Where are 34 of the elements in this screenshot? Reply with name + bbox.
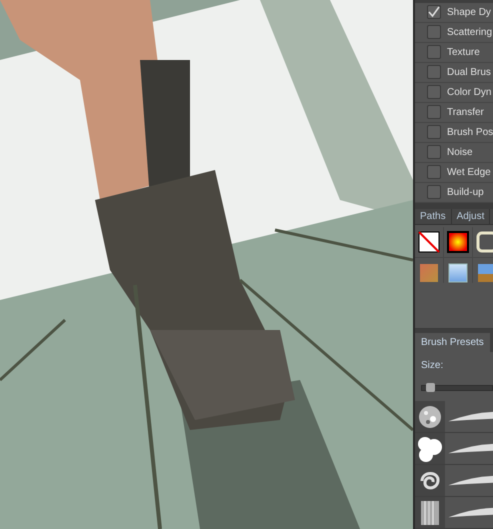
cloud-brush-icon[interactable]: [416, 434, 444, 462]
option-label: Scattering: [447, 26, 492, 38]
option-label: Build-up: [447, 186, 484, 198]
checkbox[interactable]: [427, 45, 441, 60]
checkbox[interactable]: [427, 125, 441, 140]
checkbox[interactable]: [427, 185, 441, 200]
checkbox[interactable]: [427, 65, 441, 80]
checkbox[interactable]: [427, 105, 441, 120]
checkbox[interactable]: [427, 145, 441, 160]
option-label: Shape Dy: [447, 6, 491, 18]
spatter-brush-icon[interactable]: [418, 404, 442, 428]
panel-tab[interactable]: Brush Presets: [415, 333, 490, 352]
option-label: Wet Edge: [447, 166, 491, 178]
option-label: Dual Brus: [447, 66, 491, 78]
glow-square-icon[interactable]: [447, 231, 469, 254]
checkbox[interactable]: [427, 165, 441, 180]
checkbox[interactable]: [427, 5, 441, 20]
checkbox[interactable]: [427, 85, 441, 100]
gradient-square-icon[interactable]: [418, 262, 440, 284]
panel-tab[interactable]: Adjust: [452, 209, 490, 224]
option-label: Transfer: [447, 106, 484, 118]
bristle-brush-icon[interactable]: [418, 500, 442, 524]
option-label: Brush Pos: [447, 126, 493, 138]
checkbox[interactable]: [427, 25, 441, 40]
landscape-square-icon[interactable]: [476, 262, 493, 284]
panel-tab[interactable]: Paths: [415, 209, 452, 224]
sky-gradient-icon[interactable]: [447, 262, 469, 284]
size-slider[interactable]: [421, 385, 493, 391]
option-label: Noise: [447, 146, 473, 158]
slider-thumb[interactable]: [426, 383, 434, 392]
no-style-icon[interactable]: [418, 231, 440, 254]
option-label: Color Dyn: [447, 86, 492, 98]
option-label: Texture: [447, 46, 480, 58]
size-label: Size:: [420, 359, 444, 373]
